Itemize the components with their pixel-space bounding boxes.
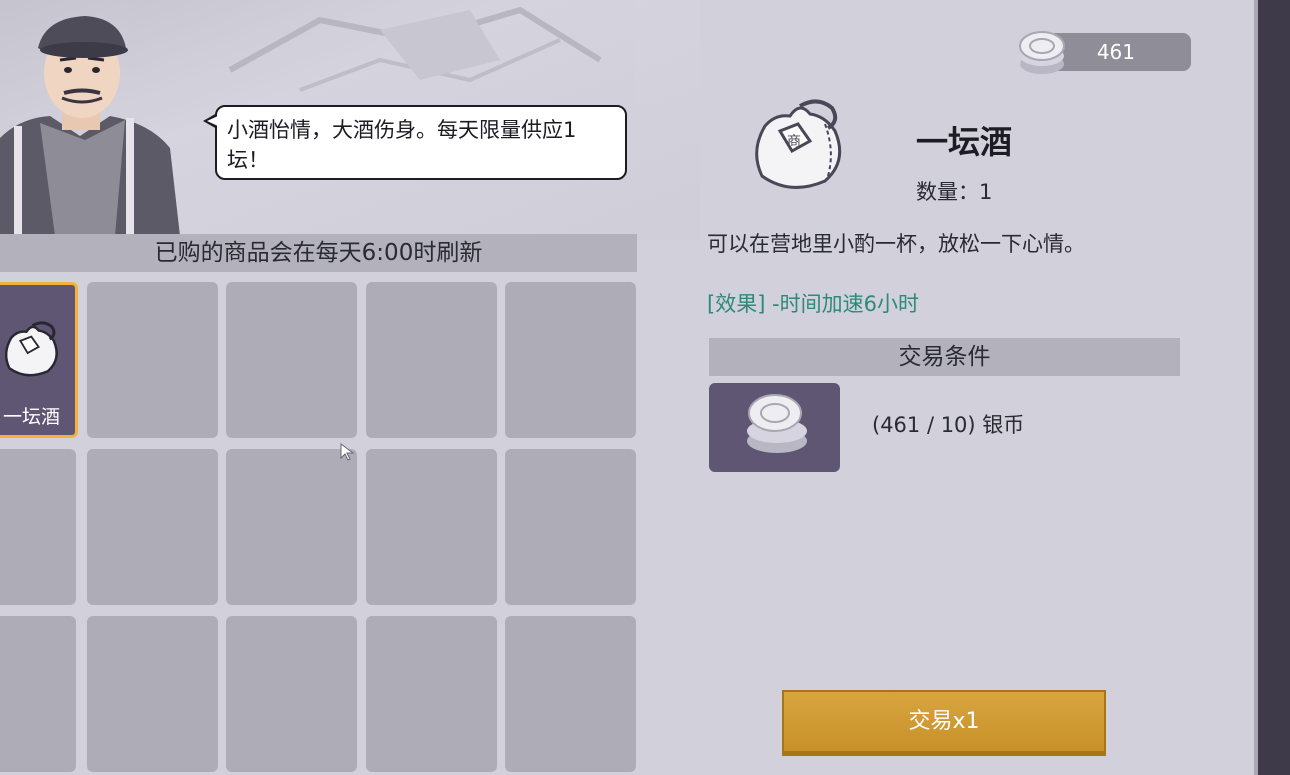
shop-slot-empty[interactable] bbox=[0, 616, 76, 772]
shop-slot-empty[interactable] bbox=[366, 282, 497, 438]
silver-coin-stack-icon bbox=[747, 394, 807, 453]
shop-slot-empty[interactable] bbox=[226, 282, 357, 438]
shop-slot-empty[interactable] bbox=[226, 449, 357, 605]
shop-slot-empty[interactable] bbox=[87, 449, 218, 605]
shop-slot-empty[interactable] bbox=[226, 616, 357, 772]
speech-bubble: 小酒怡情，大酒伤身。每天限量供应1坛！ bbox=[215, 105, 627, 180]
shop-slot-empty[interactable] bbox=[505, 616, 636, 772]
silver-amount: 461 bbox=[1096, 40, 1135, 64]
shop-slot-empty[interactable] bbox=[366, 449, 497, 605]
merchant-portrait bbox=[0, 8, 190, 236]
shop-slot-empty[interactable] bbox=[87, 282, 218, 438]
shop-slot-label: 一坛酒 bbox=[2, 406, 60, 428]
trade-cost: (461 / 10) 银币 bbox=[872, 413, 1025, 437]
speech-text: 小酒怡情，大酒伤身。每天限量供应1坛！ bbox=[227, 118, 577, 172]
item-name: 一坛酒 bbox=[916, 123, 1013, 161]
shop-slot-selected[interactable]: 一坛酒 bbox=[0, 282, 78, 438]
trade-button[interactable]: 交易x1 bbox=[782, 690, 1106, 756]
panel-border bbox=[1258, 0, 1290, 775]
speech-bubble-tail-inner bbox=[207, 116, 218, 126]
mouse-cursor-icon bbox=[340, 443, 356, 465]
silver-coin-icon bbox=[1016, 24, 1068, 82]
item-quantity: 数量：1 bbox=[916, 180, 993, 204]
wine-jar-icon bbox=[0, 315, 66, 389]
cost-item-slot bbox=[709, 383, 840, 472]
wine-jar-icon: 商 bbox=[740, 96, 855, 200]
shop-slot-empty[interactable] bbox=[0, 449, 76, 605]
item-effect: [效果] -时间加速6小时 bbox=[707, 292, 919, 316]
svg-text:商: 商 bbox=[787, 134, 801, 150]
shop-slot-empty[interactable] bbox=[505, 449, 636, 605]
shop-slot-empty[interactable] bbox=[366, 616, 497, 772]
trade-conditions-header: 交易条件 bbox=[709, 338, 1180, 376]
shop-slot-empty[interactable] bbox=[505, 282, 636, 438]
item-description: 可以在营地里小酌一杯，放松一下心情。 bbox=[707, 232, 1085, 256]
shop-slot-empty[interactable] bbox=[87, 616, 218, 772]
refresh-notice: 已购的商品会在每天6:00时刷新 bbox=[0, 234, 637, 272]
